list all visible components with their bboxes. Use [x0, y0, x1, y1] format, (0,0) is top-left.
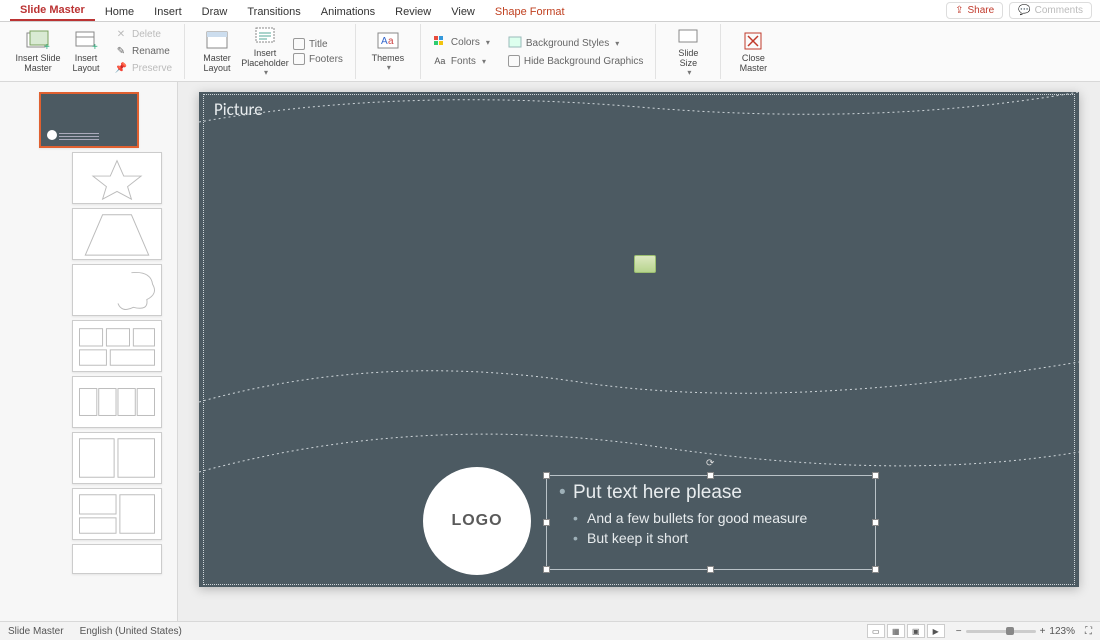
themes-icon: Aa	[376, 30, 400, 52]
preserve-button[interactable]: 📌Preserve	[110, 61, 176, 77]
thumbnail-layout[interactable]	[72, 432, 162, 484]
close-icon	[741, 30, 765, 52]
resize-handle[interactable]	[872, 519, 879, 526]
fonts-dropdown[interactable]: AaFonts	[429, 53, 494, 69]
thumbnail-layout[interactable]	[72, 152, 162, 204]
checkbox-icon	[293, 53, 305, 65]
thumbnail-layout[interactable]	[72, 320, 162, 372]
colors-icon	[433, 35, 447, 49]
svg-text:+: +	[92, 42, 98, 52]
zoom-in-button[interactable]: +	[1040, 626, 1046, 637]
tab-review[interactable]: Review	[385, 2, 441, 21]
view-slideshow-button[interactable]: ▶	[927, 624, 945, 638]
status-language[interactable]: English (United States)	[80, 626, 182, 637]
svg-text:+: +	[44, 42, 50, 52]
themes-button[interactable]: Aa Themes	[364, 24, 412, 80]
status-mode: Slide Master	[8, 626, 64, 637]
resize-handle[interactable]	[543, 472, 550, 479]
insert-slide-master-button[interactable]: + Insert Slide Master	[14, 24, 62, 80]
rotate-handle[interactable]: ⟳	[706, 458, 716, 468]
view-reading-button[interactable]: ▣	[907, 624, 925, 638]
insert-slide-master-icon: +	[26, 30, 50, 52]
comment-icon: 💬	[1018, 5, 1030, 16]
rename-icon: ✎	[114, 45, 128, 59]
hide-background-graphics-checkbox[interactable]: Hide Background Graphics	[504, 54, 648, 68]
share-icon: ⇪	[955, 5, 963, 16]
close-master-button[interactable]: Close Master	[729, 24, 777, 80]
resize-handle[interactable]	[707, 566, 714, 573]
resize-handle[interactable]	[872, 472, 879, 479]
title-checkbox[interactable]: Title	[289, 37, 347, 51]
background-styles-dropdown[interactable]: Background Styles	[504, 35, 648, 51]
resize-handle[interactable]	[872, 566, 879, 573]
thumbnail-layout[interactable]	[72, 208, 162, 260]
delete-button[interactable]: ✕Delete	[110, 27, 176, 43]
zoom-level[interactable]: 123%	[1049, 626, 1075, 637]
share-button[interactable]: ⇪Share	[946, 2, 1003, 19]
checkbox-icon	[293, 38, 305, 50]
picture-placeholder-label: Picture	[214, 99, 263, 120]
thumbnail-layout[interactable]	[72, 376, 162, 428]
master-layout-icon	[205, 30, 229, 52]
tab-view[interactable]: View	[441, 2, 485, 21]
logo-placeholder[interactable]: LOGO	[423, 467, 531, 575]
insert-layout-icon: +	[74, 30, 98, 52]
slide-master-canvas[interactable]: Picture LOGO ⟳ Put text here please And	[199, 92, 1079, 587]
picture-icon	[634, 255, 656, 273]
insert-placeholder-button[interactable]: Insert Placeholder	[241, 24, 289, 80]
resize-handle[interactable]	[707, 472, 714, 479]
thumbnail-master[interactable]	[39, 92, 139, 148]
tab-draw[interactable]: Draw	[192, 2, 238, 21]
slide-size-icon	[676, 25, 700, 47]
tab-home[interactable]: Home	[95, 2, 144, 21]
svg-text:A: A	[381, 36, 388, 47]
status-bar: Slide Master English (United States) ▭ ▦…	[0, 621, 1100, 640]
fit-to-window-button[interactable]: ⛶	[1085, 626, 1092, 637]
thumbnail-layout[interactable]	[72, 544, 162, 574]
insert-placeholder-icon	[253, 25, 277, 47]
zoom-control: − + 123% ⛶	[956, 626, 1092, 637]
zoom-out-button[interactable]: −	[956, 626, 962, 637]
ribbon-tabs: Slide Master Home Insert Draw Transition…	[0, 0, 1100, 22]
zoom-slider[interactable]	[966, 630, 1036, 633]
text-level2[interactable]: But keep it short	[573, 530, 863, 546]
background-styles-icon	[508, 36, 522, 50]
ribbon: + Insert Slide Master + Insert Layout ✕D…	[0, 22, 1100, 82]
insert-layout-button[interactable]: + Insert Layout	[62, 24, 110, 80]
tab-shape-format[interactable]: Shape Format	[485, 2, 575, 21]
tab-animations[interactable]: Animations	[311, 2, 385, 21]
tab-slide-master[interactable]: Slide Master	[10, 0, 95, 21]
delete-icon: ✕	[114, 28, 128, 42]
workspace: Picture LOGO ⟳ Put text here please And	[0, 82, 1100, 621]
resize-handle[interactable]	[543, 519, 550, 526]
rename-button[interactable]: ✎Rename	[110, 44, 176, 60]
view-normal-button[interactable]: ▭	[867, 624, 885, 638]
text-level2[interactable]: And a few bullets for good measure	[573, 510, 863, 526]
thumbnail-layout[interactable]	[72, 488, 162, 540]
tab-transitions[interactable]: Transitions	[237, 2, 310, 21]
comments-button[interactable]: 💬Comments	[1009, 2, 1092, 19]
tab-insert[interactable]: Insert	[144, 2, 192, 21]
slide-size-button[interactable]: Slide Size	[664, 24, 712, 80]
resize-handle[interactable]	[543, 566, 550, 573]
fonts-icon: Aa	[433, 54, 447, 68]
slide-canvas-area[interactable]: Picture LOGO ⟳ Put text here please And	[178, 82, 1100, 621]
colors-dropdown[interactable]: Colors	[429, 34, 494, 50]
view-sorter-button[interactable]: ▦	[887, 624, 905, 638]
text-placeholder-selected[interactable]: ⟳ Put text here please And a few bullets…	[546, 475, 876, 570]
text-level1[interactable]: Put text here please	[559, 482, 863, 504]
checkbox-icon	[508, 55, 520, 67]
preserve-icon: 📌	[114, 62, 128, 76]
footers-checkbox[interactable]: Footers	[289, 52, 347, 66]
thumbnail-layout[interactable]	[72, 264, 162, 316]
thumbnail-panel[interactable]	[0, 82, 178, 621]
master-layout-button[interactable]: Master Layout	[193, 24, 241, 80]
svg-text:a: a	[388, 36, 394, 47]
